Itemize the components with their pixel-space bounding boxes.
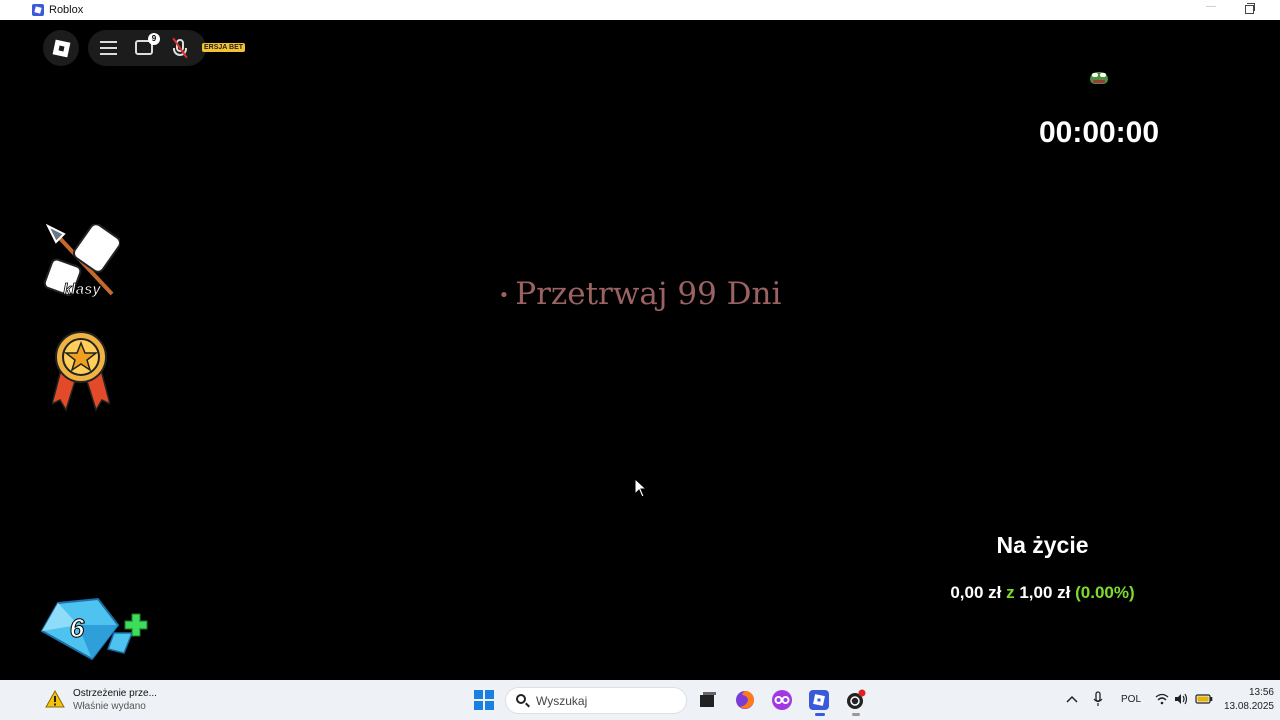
windows-start-icon[interactable] [474, 690, 494, 710]
notification-widget[interactable]: Ostrzeżenie prze... Właśnie wydano [45, 686, 215, 714]
objective-text: • Przetrwaj 99 Dni [300, 276, 980, 312]
clock-time[interactable]: 13:56 [1240, 687, 1274, 698]
app-indicator [852, 713, 860, 716]
language-indicator[interactable]: POL [1121, 694, 1141, 705]
restore-button[interactable] [1245, 3, 1255, 14]
clock-date[interactable]: 13.08.2025 [1222, 701, 1274, 712]
chevron-up-icon[interactable] [1066, 694, 1078, 704]
life-progress: 0,00 zł z 1,00 zł (0.00%) [900, 583, 1185, 603]
achievements-button[interactable] [50, 330, 112, 412]
life-percent: (0.00%) [1075, 583, 1135, 602]
window-titlebar: Roblox — [0, 0, 1280, 20]
warning-icon [45, 690, 65, 708]
messenger-app-icon[interactable] [771, 689, 793, 711]
search-icon [516, 694, 526, 704]
notification-subtitle: Właśnie wydano [73, 701, 146, 712]
bet-badge[interactable]: ERSJA BET [202, 43, 246, 52]
plus-icon[interactable] [38, 595, 150, 663]
mouse-cursor-icon [634, 478, 648, 498]
notification-title: Ostrzeżenie prze... [73, 688, 157, 699]
minimize-button[interactable]: — [1206, 2, 1216, 14]
pepe-frog-icon [1090, 70, 1108, 86]
roblox-taskbar-icon[interactable] [808, 689, 830, 711]
window-title: Roblox [49, 4, 84, 16]
firefox-icon[interactable] [734, 689, 756, 711]
classes-button[interactable]: klasy [42, 223, 122, 302]
gems-button[interactable]: 6 [38, 595, 150, 663]
survival-timer: 00:00:00 [1038, 116, 1160, 149]
topbar-controls: 9 [88, 30, 206, 66]
search-placeholder: Wyszukaj [536, 694, 588, 708]
taskbar-search[interactable]: Wyszukaj [505, 687, 687, 714]
roblox-menu-button[interactable] [43, 30, 79, 66]
objective-bullet: • [498, 285, 510, 306]
roblox-logo-icon [52, 39, 70, 57]
task-view-icon[interactable] [697, 689, 719, 711]
life-current: 0,00 zł [950, 583, 1002, 602]
hamburger-menu-icon[interactable] [100, 41, 117, 55]
chat-badge: 9 [148, 33, 160, 45]
wifi-icon[interactable] [1155, 693, 1169, 705]
objective-label: Przetrwaj 99 Dni [515, 276, 782, 312]
tray-microphone-icon[interactable] [1093, 691, 1103, 707]
life-target: 1,00 zł [1019, 583, 1071, 602]
game-viewport[interactable]: 9 ERSJA BET 00:00:00 • Przetrwaj 99 Dni k… [0, 20, 1280, 680]
windows-taskbar: Ostrzeżenie prze... Właśnie wydano Wyszu… [0, 680, 1280, 720]
life-title: Na życie [996, 532, 1089, 558]
obs-icon[interactable] [845, 689, 867, 711]
spear-scroll-icon: klasy [43, 223, 122, 298]
active-app-indicator [815, 713, 825, 716]
medal-icon [50, 331, 112, 412]
volume-icon[interactable] [1174, 693, 1188, 705]
battery-icon[interactable] [1195, 694, 1213, 704]
roblox-app-icon [32, 4, 44, 16]
classes-label: klasy [63, 281, 101, 298]
life-separator: z [1006, 583, 1015, 602]
